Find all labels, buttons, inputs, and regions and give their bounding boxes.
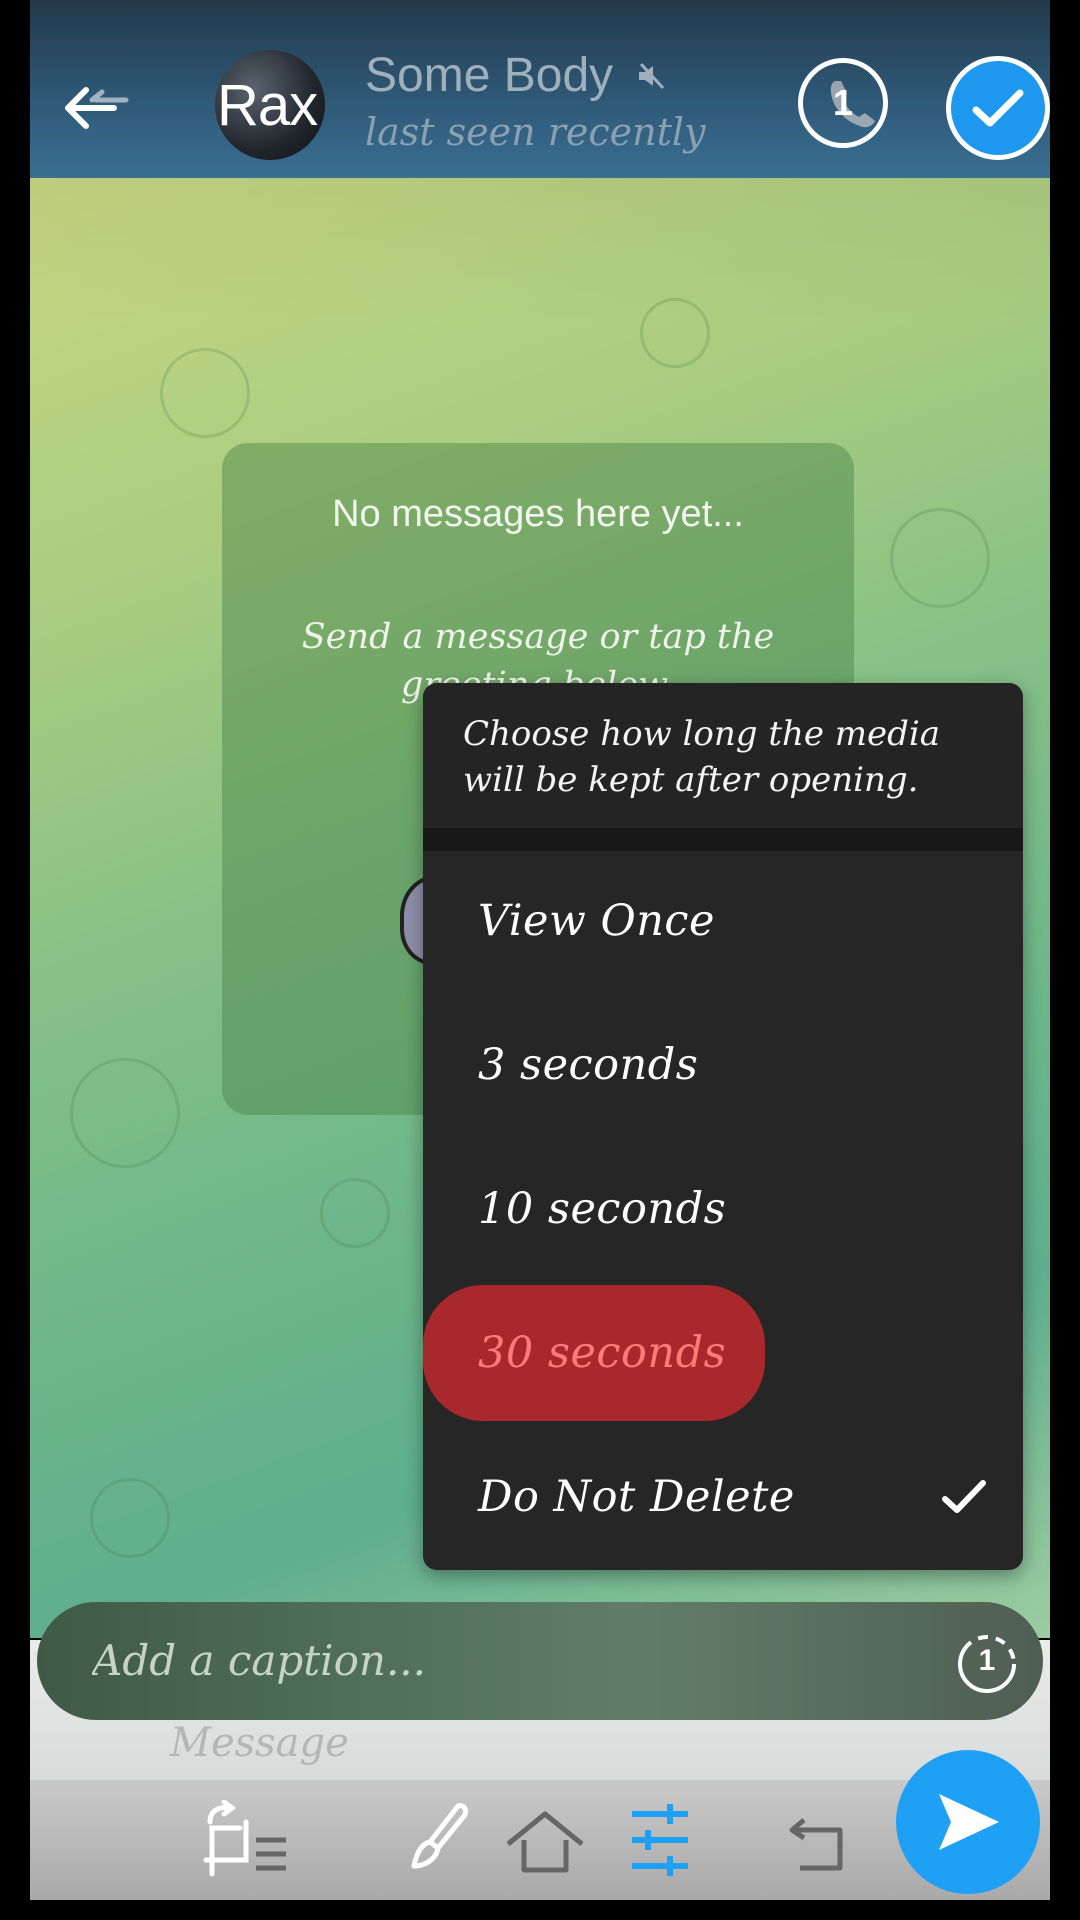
arrow-left-icon	[65, 87, 129, 129]
wallpaper-doodle	[320, 1178, 390, 1248]
avatar-initials: Rax	[217, 73, 318, 138]
send-icon	[939, 1794, 999, 1850]
menu-description: Choose how long the media will be kept a…	[463, 714, 941, 800]
option-label: Do Not Delete	[478, 1472, 795, 1522]
adjust-sliders-icon	[632, 1804, 688, 1876]
adjust-tool[interactable]	[620, 1800, 710, 1880]
self-destruct-timer-button[interactable]: 1	[798, 58, 888, 148]
menu-divider	[423, 828, 1023, 851]
confirm-button[interactable]	[946, 56, 1050, 160]
back-button[interactable]	[56, 78, 136, 138]
timer-count: 1	[832, 82, 854, 123]
contact-status: last seen recently	[365, 110, 706, 154]
timer-option-view-once[interactable]: View Once	[423, 851, 1023, 991]
wallpaper-doodle	[70, 1058, 180, 1168]
undo-icon	[789, 1818, 843, 1871]
contact-name[interactable]: Some Body	[365, 48, 613, 103]
home-ghost-icon-wrap	[500, 1800, 590, 1880]
option-label: 10 seconds	[478, 1184, 727, 1234]
timer-option-10-seconds[interactable]: 10 seconds	[423, 1139, 1023, 1279]
brush-tool[interactable]	[400, 1800, 490, 1880]
checkmark-icon	[972, 89, 1024, 127]
caption-bar: 1	[37, 1602, 1043, 1720]
wallpaper-doodle	[90, 1478, 170, 1558]
caption-timer-button[interactable]: 1	[955, 1632, 1019, 1696]
home-icon	[506, 1811, 584, 1873]
timer-option-30-seconds[interactable]: 30 seconds	[423, 1283, 1023, 1423]
message-placeholder: Message	[170, 1720, 349, 1766]
wallpaper-doodle	[640, 298, 710, 368]
screen: No messages here yet... Send a message o…	[30, 0, 1050, 1900]
option-label: View Once	[478, 896, 715, 946]
menu-header: Choose how long the media will be kept a…	[423, 683, 1023, 828]
chat-header: Rax Some Body last seen recently 1	[30, 0, 1050, 178]
selected-check-icon	[942, 1480, 986, 1513]
wallpaper-doodle	[160, 348, 250, 438]
empty-chat-title: No messages here yet...	[332, 493, 744, 535]
caption-timer-count: 1	[978, 1644, 996, 1677]
timer-option-do-not-delete[interactable]: Do Not Delete	[423, 1427, 1023, 1567]
timer-option-3-seconds[interactable]: 3 seconds	[423, 995, 1023, 1135]
undo-ghost-icon-wrap	[770, 1800, 860, 1880]
option-label: 30 seconds	[478, 1328, 727, 1378]
self-destruct-timer-menu: Choose how long the media will be kept a…	[423, 683, 1023, 1570]
send-button[interactable]	[896, 1750, 1040, 1894]
speaker-muted-icon	[639, 62, 665, 90]
caption-input[interactable]	[92, 1630, 892, 1690]
wallpaper-doodle	[890, 508, 990, 608]
option-label: 3 seconds	[478, 1040, 699, 1090]
crop-rotate-tool[interactable]	[190, 1799, 286, 1880]
brush-icon	[411, 1803, 469, 1869]
crop-rotate-icon	[203, 1799, 286, 1877]
